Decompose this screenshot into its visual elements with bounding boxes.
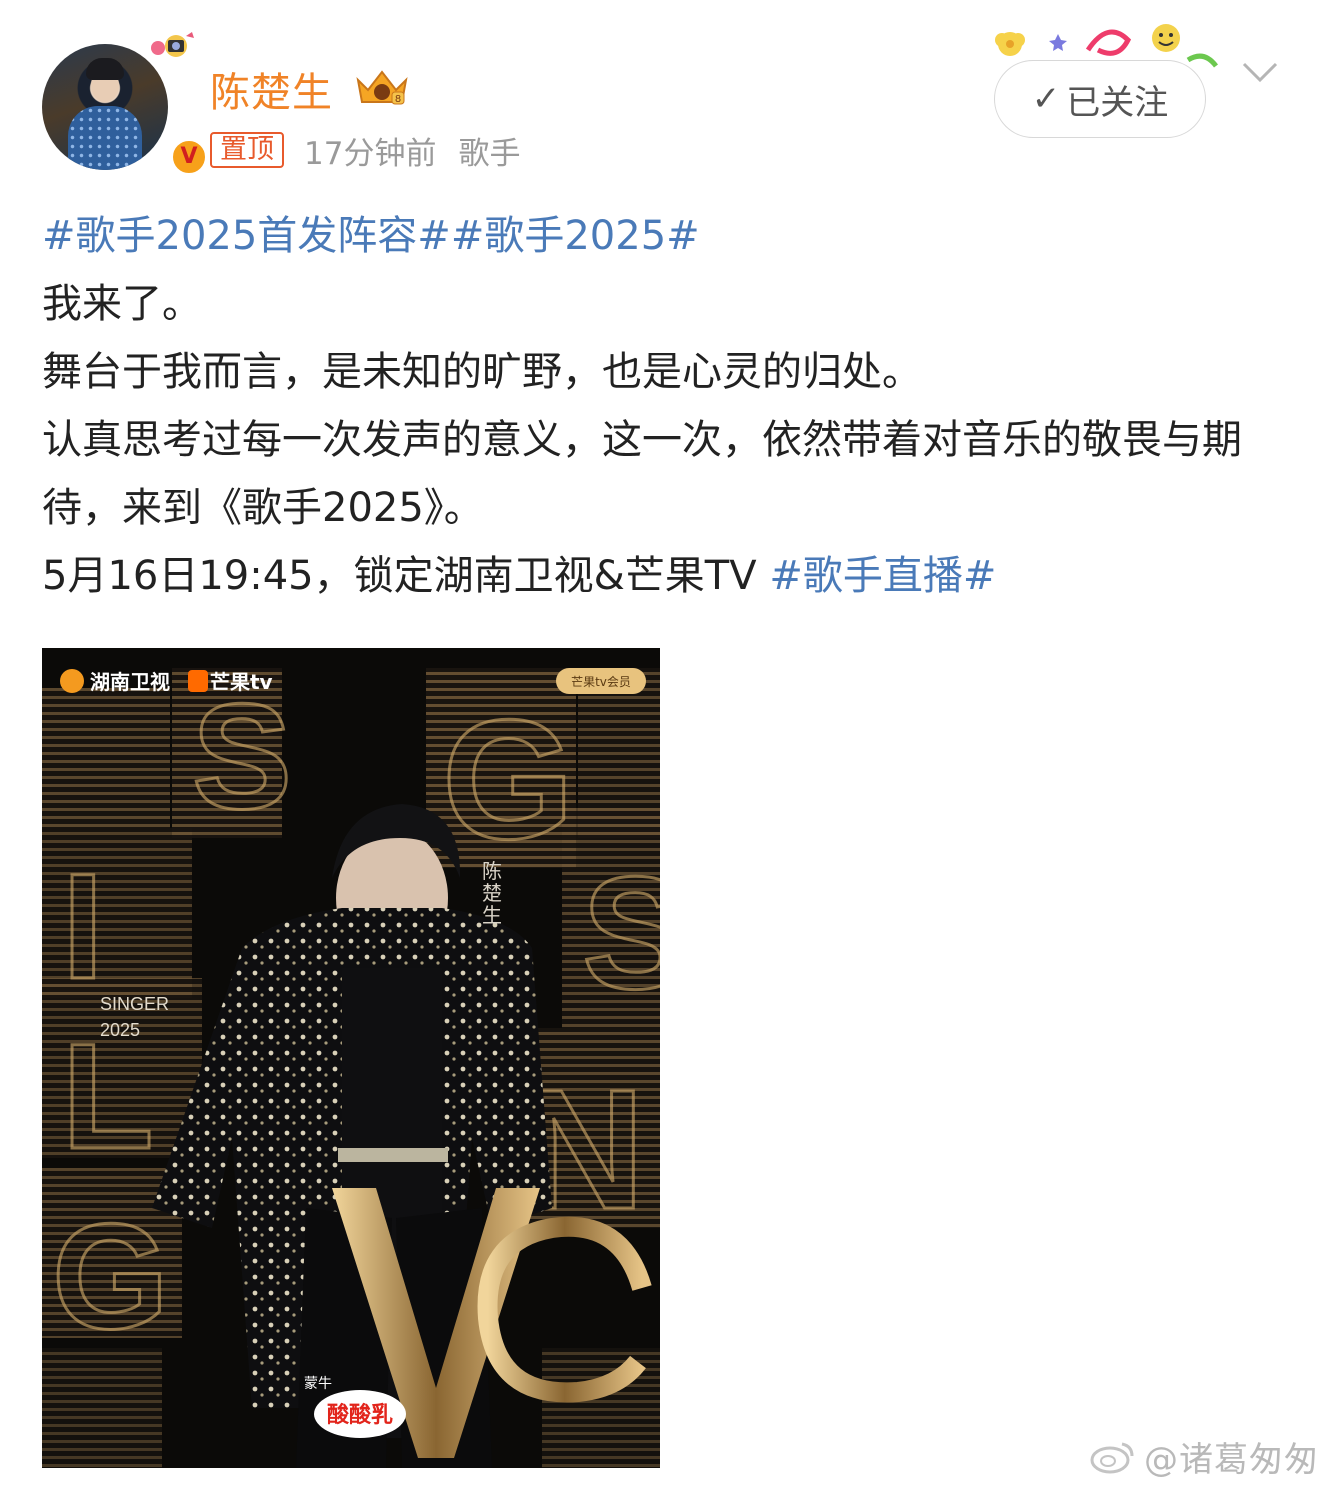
svg-text:8: 8 [395, 94, 401, 105]
poster-year-label: 2025 [100, 1020, 140, 1040]
check-icon: ✓ [1031, 79, 1061, 119]
topic-link[interactable]: #歌手直播# [769, 553, 996, 599]
post-content: #歌手2025首发阵容##歌手2025# 我来了。 舞台于我而言，是未知的旷野，… [42, 202, 1282, 610]
post-image[interactable]: S G I S L N G 湖南卫视 芒果tv 芒果tv会员 陈 楚 生 SIN… [42, 648, 660, 1468]
svg-text:S: S [582, 843, 660, 1022]
poster-member-badge: 芒果tv会员 [571, 674, 631, 689]
vip-crown-icon[interactable]: 8 [354, 66, 410, 108]
post-text-line: 认真思考过每一次发声的意义，这一次，依然带着对音乐的敬畏与期待，来到《歌手202… [42, 417, 1242, 531]
poster-sponsor-small: 蒙牛 [304, 1376, 332, 1392]
post-text-line: 舞台于我而言，是未知的旷野，也是心灵的归处。 [42, 349, 922, 395]
poster-name-char: 陈 [482, 859, 502, 883]
post-text-line: 5月16日19:45，锁定湖南卫视&芒果TV #歌手直播# [42, 542, 1282, 610]
svg-text:G: G [442, 685, 574, 875]
poster-logo-hunan: 湖南卫视 [90, 670, 170, 694]
poster-name-char: 生 [482, 903, 502, 927]
svg-text:I: I [62, 842, 104, 1010]
post-text-line: 我来了。 [42, 281, 202, 327]
svg-text:G: G [52, 1192, 169, 1360]
watermark-text: @诸葛匆匆 [1144, 1439, 1319, 1480]
poster-name-char: 楚 [482, 881, 502, 905]
topic-link[interactable]: #歌手2025首发阵容# [42, 213, 451, 259]
watermark: @诸葛匆匆 [1090, 1432, 1319, 1480]
pin-badge: 置顶 [210, 132, 284, 168]
username[interactable]: 陈楚生 [210, 60, 333, 118]
chevron-down-icon[interactable] [1240, 56, 1280, 86]
avatar-decoration-icon [151, 32, 194, 57]
svg-text:S: S [192, 672, 292, 840]
weibo-logo-icon [1090, 1442, 1134, 1474]
topic-line: #歌手2025首发阵容##歌手2025# [42, 202, 1282, 270]
follow-label: 已关注 [1066, 82, 1169, 123]
topic-link[interactable]: #歌手2025# [451, 213, 700, 259]
poster-artwork: S G I S L N G 湖南卫视 芒果tv 芒果tv会员 陈 楚 生 SIN… [42, 648, 660, 1468]
follow-button[interactable]: ✓ 已关注 [994, 60, 1206, 138]
verified-v-icon: V [170, 138, 208, 176]
post-text: 5月16日19:45，锁定湖南卫视&芒果TV [42, 553, 770, 599]
post-meta: 置顶 17分钟前 歌手 [210, 130, 542, 172]
post-source: 歌手 [458, 135, 521, 172]
post-time: 17分钟前 [304, 135, 437, 172]
poster-singer-label: SINGER [100, 994, 169, 1014]
avatar[interactable]: V [42, 32, 208, 176]
poster-logo-mango: 芒果tv [210, 670, 273, 694]
poster-sponsor: 酸酸乳 [327, 1402, 393, 1428]
